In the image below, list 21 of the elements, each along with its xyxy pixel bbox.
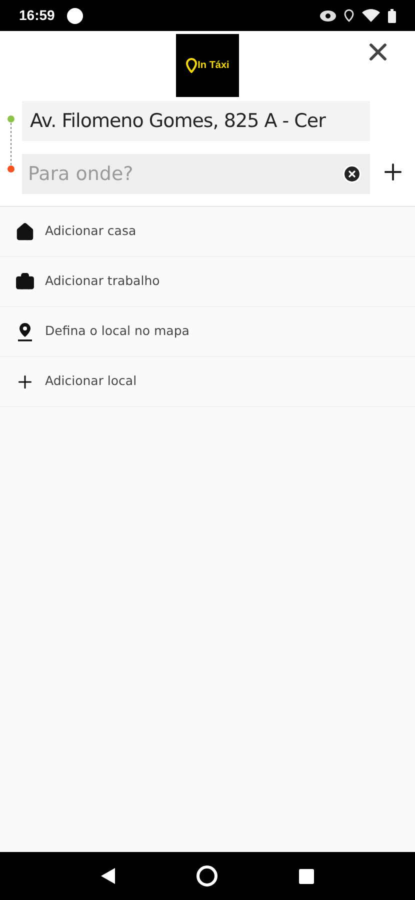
logo-text: In Táxi bbox=[198, 59, 230, 73]
status-time: 16:59 bbox=[19, 6, 55, 25]
map-pin-icon bbox=[16, 322, 34, 342]
origin-field[interactable]: Av. Filomeno Gomes, 825 A - Cer bbox=[22, 101, 370, 141]
shortcut-item[interactable]: Adicionar trabalho bbox=[0, 257, 415, 307]
back-icon[interactable] bbox=[100, 868, 115, 884]
house-icon bbox=[15, 222, 35, 242]
notification-dot-icon bbox=[66, 8, 83, 24]
shortcut-item[interactable]: Adicionar casa bbox=[0, 207, 415, 257]
shortcut-item[interactable]: Defina o local no mapa bbox=[0, 307, 415, 357]
recents-icon[interactable] bbox=[299, 868, 314, 884]
location-icon bbox=[344, 9, 354, 22]
shortcut-item[interactable]: Adicionar local bbox=[0, 357, 415, 407]
eye-icon bbox=[320, 10, 336, 22]
wifi-icon bbox=[362, 9, 380, 22]
map-pin-icon bbox=[186, 58, 197, 73]
battery-icon bbox=[388, 8, 396, 22]
home-icon[interactable] bbox=[196, 865, 218, 887]
route-line-drawing bbox=[6, 115, 16, 173]
briefcase-icon bbox=[15, 272, 35, 292]
destination-field[interactable]: Para onde? bbox=[22, 154, 370, 194]
